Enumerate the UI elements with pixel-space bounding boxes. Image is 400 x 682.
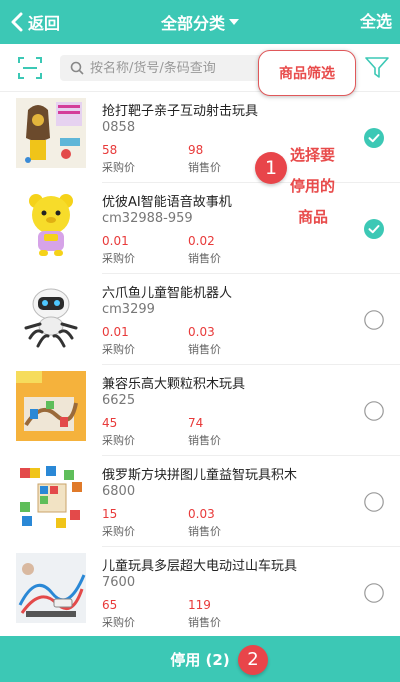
step-1-text-line2: 停用的: [290, 177, 336, 195]
product-info: 兼容乐高大颗粒积木玩具 6625 45 74 采购价 销售价: [102, 365, 400, 456]
purchase-price-label: 采购价: [102, 252, 135, 265]
building-blocks-track-image: [16, 371, 86, 441]
step-1-text-line3: 商品: [298, 208, 329, 226]
product-info: 优彼AI智能语音故事机 cm32988-959 0.01 0.02 采购价 销售…: [102, 183, 400, 274]
product-item[interactable]: 俄罗斯方块拼图儿童益智玩具积木 6800 15 0.03 采购价 销售价: [0, 456, 400, 547]
unchecked-checkbox-icon[interactable]: [364, 401, 384, 421]
checked-checkbox-icon[interactable]: [364, 128, 384, 148]
product-item[interactable]: 优彼AI智能语音故事机 cm32988-959 0.01 0.02 采购价 销售…: [0, 183, 400, 274]
purchase-price-label: 采购价: [102, 525, 135, 538]
scan-icon[interactable]: [18, 56, 42, 80]
purchase-price-label: 采购价: [102, 161, 135, 174]
purchase-price: 0.01: [102, 325, 129, 339]
product-info: 六爪鱼儿童智能机器人 cm3299 0.01 0.03 采购价 销售价: [102, 274, 400, 365]
product-info: 儿童玩具多层超大电动过山车玩具 7600 65 119 采购价 销售价: [102, 547, 400, 636]
sale-price-label: 销售价: [188, 252, 221, 265]
product-name: 抢打靶子亲子互动射击玩具: [102, 104, 259, 119]
purchase-price-label: 采购价: [102, 616, 135, 629]
top-bar: 返回 全部分类 全选: [0, 0, 400, 44]
filter-icon[interactable]: [364, 56, 390, 80]
purchase-price-label: 采购价: [102, 343, 135, 356]
sale-price-label: 销售价: [188, 161, 221, 174]
purchase-price: 0.01: [102, 234, 129, 248]
sale-price-label: 销售价: [188, 525, 221, 538]
category-label: 全部分类: [160, 14, 225, 33]
sale-price-label: 销售价: [188, 434, 221, 447]
product-code: 7600: [102, 575, 136, 590]
product-item[interactable]: 兼容乐高大颗粒积木玩具 6625 45 74 采购价 销售价: [0, 365, 400, 456]
product-code: 6800: [102, 484, 136, 499]
product-item[interactable]: 抢打靶子亲子互动射击玩具 0858 58 98 采购价 销售价: [0, 92, 400, 183]
unchecked-checkbox-icon[interactable]: [364, 583, 384, 603]
sale-price: 0.03: [188, 325, 215, 339]
product-name: 俄罗斯方块拼图儿童益智玩具积木: [102, 468, 298, 483]
roller-coaster-track-image: [16, 553, 86, 623]
product-code: cm3299: [102, 302, 155, 317]
sale-price: 0.03: [188, 507, 215, 521]
product-name: 六爪鱼儿童智能机器人: [102, 286, 233, 301]
product-name: 兼容乐高大颗粒积木玩具: [102, 377, 246, 392]
select-all-button[interactable]: 全选: [360, 0, 392, 44]
yellow-bear-story-machine-image: [16, 189, 86, 259]
search-input[interactable]: [90, 60, 260, 76]
sale-price-label: 销售价: [188, 343, 221, 356]
search-icon: [70, 61, 84, 75]
category-dropdown[interactable]: 全部分类: [0, 0, 400, 44]
product-name: 儿童玩具多层超大电动过山车玩具: [102, 559, 298, 574]
search-box: [60, 55, 264, 81]
tetris-puzzle-blocks-image: [16, 462, 86, 532]
product-info: 俄罗斯方块拼图儿童益智玩具积木 6800 15 0.03 采购价 销售价: [102, 456, 400, 547]
step-1-badge: 1: [255, 152, 287, 184]
shooting-target-toy-image: [16, 98, 86, 168]
purchase-price: 45: [102, 416, 118, 430]
product-info: 抢打靶子亲子互动射击玩具 0858 58 98 采购价 销售价: [102, 92, 400, 183]
product-name: 优彼AI智能语音故事机: [102, 195, 232, 210]
purchase-price: 58: [102, 143, 118, 157]
deactivate-label: 停用 (2): [170, 650, 230, 669]
octopus-robot-image: [16, 280, 86, 350]
product-code: 0858: [102, 120, 136, 135]
unchecked-checkbox-icon[interactable]: [364, 492, 384, 512]
sale-price: 119: [188, 598, 211, 612]
sale-price: 98: [188, 143, 204, 157]
product-code: 6625: [102, 393, 136, 408]
product-item[interactable]: 儿童玩具多层超大电动过山车玩具 7600 65 119 采购价 销售价: [0, 547, 400, 636]
product-code: cm32988-959: [102, 211, 193, 226]
sale-price: 74: [188, 416, 204, 430]
purchase-price: 65: [102, 598, 118, 612]
purchase-price-label: 采购价: [102, 434, 135, 447]
filter-callout: 商品筛选: [258, 50, 356, 96]
sale-price: 0.02: [188, 234, 215, 248]
step-1-text-line1: 选择要: [290, 146, 336, 164]
unchecked-checkbox-icon[interactable]: [364, 310, 384, 330]
deactivate-button[interactable]: 停用 (2) 2: [0, 636, 400, 682]
product-list: 抢打靶子亲子互动射击玩具 0858 58 98 采购价 销售价 优彼AI智能语音…: [0, 92, 400, 636]
sale-price-label: 销售价: [188, 616, 221, 629]
purchase-price: 15: [102, 507, 118, 521]
filter-callout-label: 商品筛选: [279, 66, 335, 82]
caret-down-icon: [229, 19, 239, 25]
checked-checkbox-icon[interactable]: [364, 219, 384, 239]
product-item[interactable]: 六爪鱼儿童智能机器人 cm3299 0.01 0.03 采购价 销售价: [0, 274, 400, 365]
step-2-badge: 2: [238, 645, 268, 675]
